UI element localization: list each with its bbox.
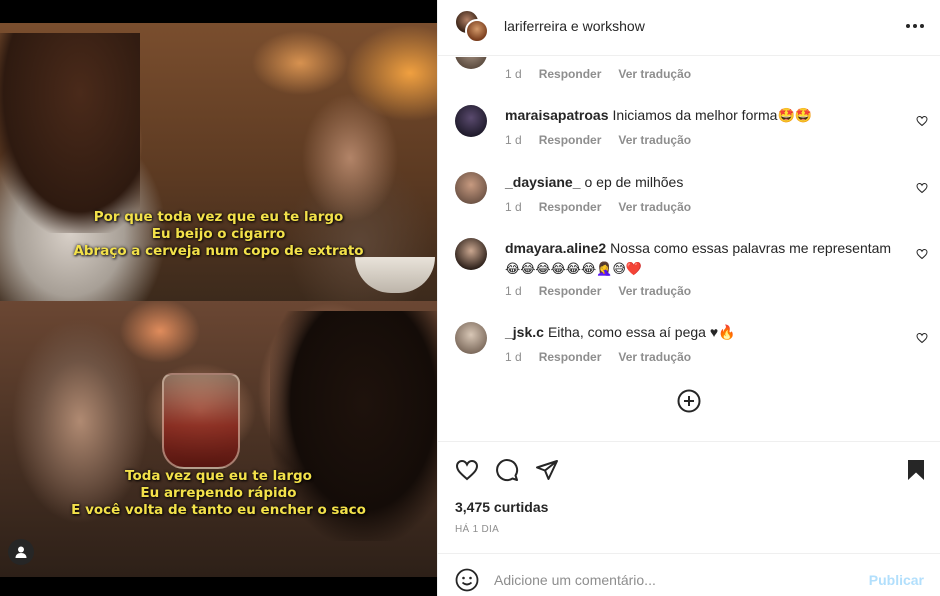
paper-plane-icon[interactable]: [535, 458, 559, 482]
comment-username[interactable]: _jsk.c: [505, 324, 544, 340]
lyric-line: E você volta de tanto eu encher o saco: [71, 502, 366, 518]
lyric-line: Abraço a cerveja num copo de extrato: [73, 243, 364, 259]
bookmark-filled-icon[interactable]: [904, 458, 928, 482]
comment-meta: 1 d Responder Ver tradução: [505, 350, 692, 364]
comment-text: o ep de milhões: [584, 174, 684, 190]
comment-username[interactable]: dmayara.aline2: [505, 240, 606, 256]
bowl-image: [355, 257, 435, 293]
lyric-line: Eu arrependo rápido: [140, 485, 297, 501]
translate-button[interactable]: Ver tradução: [618, 200, 691, 214]
comment-emojis: 😂😂😂😂😂😂🤦‍♀️😅❤️: [505, 262, 643, 277]
heart-outline-icon[interactable]: [916, 115, 928, 127]
avatar[interactable]: [455, 57, 487, 69]
lyric-line: Por que toda vez que eu te largo: [93, 209, 344, 225]
reply-button[interactable]: Responder: [539, 350, 602, 364]
comment-username[interactable]: maraisapatroas: [505, 107, 609, 123]
like-count[interactable]: 3,475 curtidas: [455, 499, 548, 515]
translate-button[interactable]: Ver tradução: [618, 350, 691, 364]
comment-username[interactable]: _daysiane_: [505, 174, 581, 190]
comment-meta: 1 d Responder Ver tradução: [505, 67, 692, 81]
reply-button[interactable]: Responder: [539, 67, 602, 81]
glass-image: [162, 373, 240, 469]
comments-list[interactable]: 1 d Responder Ver tradução maraisapatroa…: [438, 57, 940, 441]
reply-button[interactable]: Responder: [539, 133, 602, 147]
user-tag-icon[interactable]: [8, 539, 34, 565]
lyric-line: Toda vez que eu te largo: [125, 468, 312, 484]
avatar[interactable]: [455, 10, 489, 44]
reply-button[interactable]: Responder: [539, 284, 602, 298]
plus-circle-icon[interactable]: [677, 389, 701, 413]
post-media: Por que toda vez que eu te largo Eu beij…: [0, 0, 437, 596]
post-sidebar: lariferreira e workshow 1 d Responder Ve…: [437, 0, 940, 596]
comment-meta: 1 d Responder Ver tradução: [505, 200, 692, 214]
translate-button[interactable]: Ver tradução: [618, 133, 691, 147]
comment-text: Eitha, como essa aí pega ♥🔥: [547, 324, 736, 340]
comment-text: Iniciamos da melhor forma🤩🤩: [612, 107, 813, 123]
post-header: lariferreira e workshow: [438, 0, 940, 56]
avatar[interactable]: [455, 238, 487, 270]
lyric-line: Eu beijo o cigarro: [151, 226, 286, 242]
post-timestamp[interactable]: HÁ 1 DIA: [455, 524, 499, 535]
comment-bubble-icon[interactable]: [495, 458, 519, 482]
comment-composer: Publicar: [438, 553, 940, 596]
translate-button[interactable]: Ver tradução: [618, 284, 691, 298]
avatar[interactable]: [455, 322, 487, 354]
reply-button[interactable]: Responder: [539, 200, 602, 214]
media-frame-bottom: Toda vez que eu te largo Eu arrependo rá…: [0, 301, 437, 577]
header-title[interactable]: lariferreira e workshow: [504, 18, 645, 34]
heart-outline-icon[interactable]: [916, 182, 928, 194]
smiley-icon[interactable]: [455, 568, 479, 592]
post-actions: 3,475 curtidas HÁ 1 DIA: [438, 441, 940, 553]
heart-outline-icon[interactable]: [916, 248, 928, 260]
lyrics-bottom: Toda vez que eu te largo Eu arrependo rá…: [0, 468, 437, 519]
heart-outline-icon[interactable]: [455, 458, 479, 482]
publish-button[interactable]: Publicar: [869, 572, 924, 588]
media-frame-top: Por que toda vez que eu te largo Eu beij…: [0, 23, 437, 301]
comment-input[interactable]: [494, 571, 854, 589]
comment-meta: 1 d Responder Ver tradução: [505, 284, 692, 298]
lyrics-top: Por que toda vez que eu te largo Eu beij…: [0, 209, 437, 260]
post-modal: Por que toda vez que eu te largo Eu beij…: [0, 0, 940, 596]
more-dots-icon[interactable]: [903, 16, 927, 36]
avatar[interactable]: [455, 105, 487, 137]
heart-outline-icon[interactable]: [916, 332, 928, 344]
comment-meta: 1 d Responder Ver tradução: [505, 133, 692, 147]
comment-text: Nossa como essas palavras me representam: [610, 240, 892, 256]
translate-button[interactable]: Ver tradução: [618, 67, 691, 81]
avatar[interactable]: [455, 172, 487, 204]
